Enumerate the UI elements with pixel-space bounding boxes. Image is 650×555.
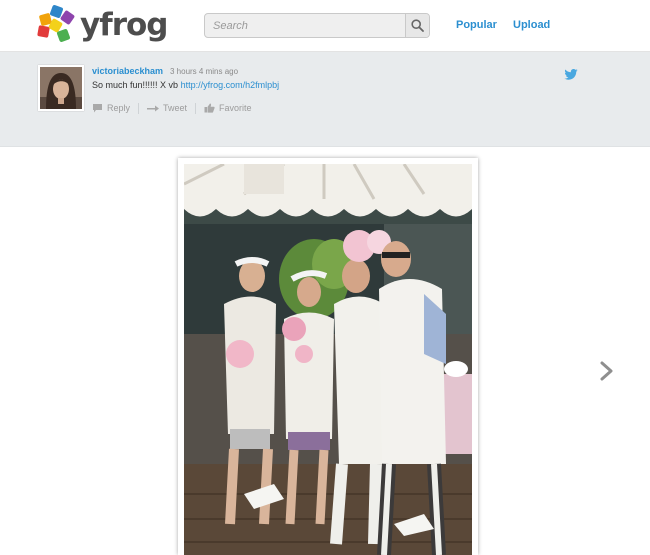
tweet-username[interactable]: victoriabeckham (92, 66, 163, 76)
tweet-message: So much fun!!!!!! X vb (92, 80, 179, 90)
search-input[interactable] (205, 14, 406, 37)
retweet-arrow-icon (147, 105, 160, 111)
reply-label: Reply (107, 103, 131, 113)
main-photo[interactable] (184, 164, 472, 555)
speech-bubble-icon (93, 104, 102, 113)
thumbs-up-icon (204, 103, 215, 113)
tweet-timestamp: 3 hours 4 mins ago (170, 67, 239, 76)
avatar[interactable] (38, 65, 84, 111)
nav-upload-link[interactable]: Upload (513, 19, 550, 31)
reply-button[interactable]: Reply (92, 103, 130, 113)
twitter-bird-icon[interactable] (564, 69, 578, 80)
search-button[interactable] (405, 14, 429, 37)
chevron-right-icon[interactable] (599, 360, 615, 382)
search-box (204, 13, 430, 38)
top-header: yfrog Popular Upload (0, 0, 650, 52)
photo-frame (178, 158, 478, 555)
logo-mark-icon (37, 4, 76, 44)
favorite-label: Favorite (219, 103, 252, 113)
action-divider (138, 102, 140, 114)
action-divider (195, 102, 197, 114)
photo-image (184, 164, 472, 555)
nav-popular-link[interactable]: Popular (456, 19, 497, 31)
favorite-button[interactable]: Favorite (204, 103, 252, 113)
yfrog-logo[interactable]: yfrog (37, 4, 168, 45)
retweet-label: Tweet (163, 103, 188, 113)
tweet-text: So much fun!!!!!! X vb http://yfrog.com/… (92, 80, 279, 90)
search-icon (411, 19, 424, 32)
tweet-bar: victoriabeckham 3 hours 4 mins ago So mu… (0, 52, 650, 147)
retweet-button[interactable]: Tweet (147, 103, 187, 113)
avatar-image (40, 67, 82, 109)
logo-text: yfrog (80, 6, 168, 43)
tweet-actions: Reply Tweet Favorite (92, 102, 252, 114)
tweet-link[interactable]: http://yfrog.com/h2fmlpbj (181, 80, 280, 90)
